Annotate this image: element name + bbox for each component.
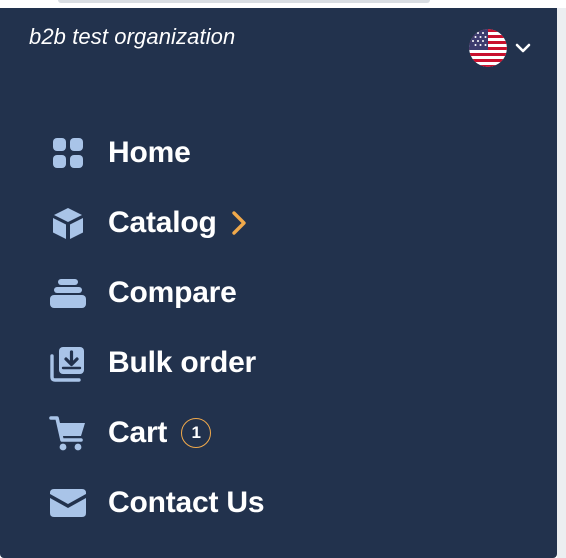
menu-item-cart[interactable]: Cart 1 bbox=[49, 398, 264, 468]
menu-item-label: Bulk order bbox=[108, 346, 257, 379]
cart-count-badge: 1 bbox=[181, 418, 212, 448]
chevron-down-icon bbox=[515, 43, 531, 53]
menu-item-catalog[interactable]: Catalog bbox=[49, 188, 264, 258]
organization-name: b2b test organization bbox=[29, 24, 236, 49]
menu-item-label: Catalog bbox=[108, 206, 217, 239]
cart-icon bbox=[49, 414, 87, 452]
menu-item-label: Compare bbox=[108, 276, 237, 309]
envelope-icon bbox=[49, 484, 87, 522]
menu-item-compare[interactable]: Compare bbox=[49, 258, 264, 328]
menu-item-label: Home bbox=[108, 136, 191, 169]
layers-icon bbox=[49, 274, 87, 312]
us-flag-icon bbox=[469, 29, 507, 67]
menu-item-contact-us[interactable]: Contact Us bbox=[49, 468, 265, 538]
main-menu: Home Catalog Compare Bulk order Cart 1 C… bbox=[49, 118, 265, 538]
menu-item-label: Cart bbox=[108, 416, 168, 449]
menu-item-label: Contact Us bbox=[108, 486, 265, 519]
top-edge bbox=[0, 0, 566, 8]
language-selector[interactable] bbox=[469, 28, 537, 68]
scroll-indicator bbox=[58, 0, 430, 3]
bulk-download-icon bbox=[49, 344, 87, 382]
menu-item-home[interactable]: Home bbox=[49, 118, 264, 188]
box-icon bbox=[49, 204, 87, 242]
grid-icon bbox=[49, 134, 87, 172]
menu-item-bulk-order[interactable]: Bulk order bbox=[49, 328, 264, 398]
chevron-right-icon bbox=[231, 211, 246, 235]
drawer-edge bbox=[557, 8, 566, 558]
